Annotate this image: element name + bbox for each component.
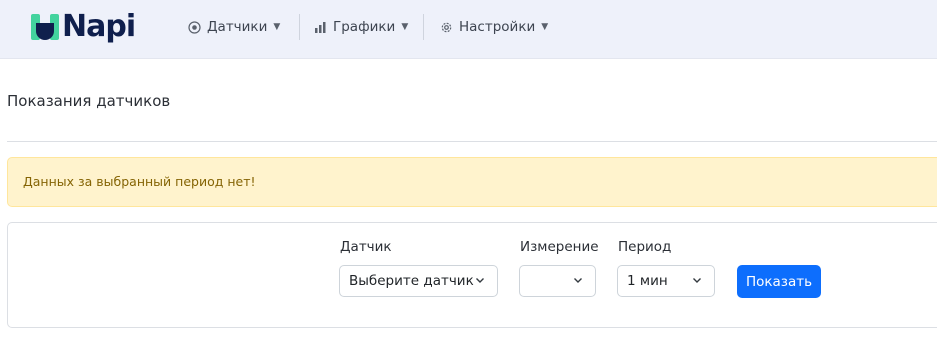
nav-item-charts-label: Графики (333, 19, 396, 35)
period-label: Период (618, 239, 672, 255)
sensor-label: Датчик (340, 239, 392, 255)
nav-item-sensors[interactable]: Датчики ▼ (188, 16, 280, 38)
title-divider (7, 141, 937, 142)
bar-chart-icon (314, 21, 327, 33)
nav-divider (423, 14, 424, 40)
gear-icon (440, 21, 453, 34)
nav-item-settings[interactable]: Настройки ▼ (440, 16, 548, 38)
sensor-select-value: Выберите датчик (349, 273, 474, 289)
caret-down-icon: ▼ (401, 22, 409, 32)
period-select-value: 1 мин (627, 273, 668, 289)
nav-divider (299, 14, 300, 40)
logo-mark-icon (31, 14, 59, 40)
measurement-select[interactable] (519, 265, 596, 297)
sensor-icon (188, 20, 201, 34)
caret-down-icon: ▼ (273, 22, 281, 32)
measurement-label: Измерение (520, 239, 599, 255)
top-navbar: Napi Датчики ▼ Графики ▼ Настройки ▼ (0, 0, 937, 59)
sensor-select[interactable]: Выберите датчик (339, 265, 498, 297)
alert-message: Данных за выбранный период нет! (23, 174, 256, 189)
chevron-down-icon (476, 278, 484, 283)
nav-item-settings-label: Настройки (459, 19, 536, 35)
show-button[interactable]: Показать (737, 265, 821, 298)
nav-item-charts[interactable]: Графики ▼ (314, 16, 408, 38)
brand-name: Napi (62, 9, 136, 44)
warning-alert: Данных за выбранный период нет! (7, 157, 937, 207)
brand-logo[interactable]: Napi (31, 9, 136, 45)
caret-down-icon: ▼ (541, 22, 549, 32)
chevron-down-icon (693, 278, 701, 283)
page-title: Показания датчиков (7, 92, 171, 110)
period-select[interactable]: 1 мин (617, 265, 715, 297)
chevron-down-icon (574, 278, 582, 283)
nav-item-sensors-label: Датчики (207, 19, 268, 35)
